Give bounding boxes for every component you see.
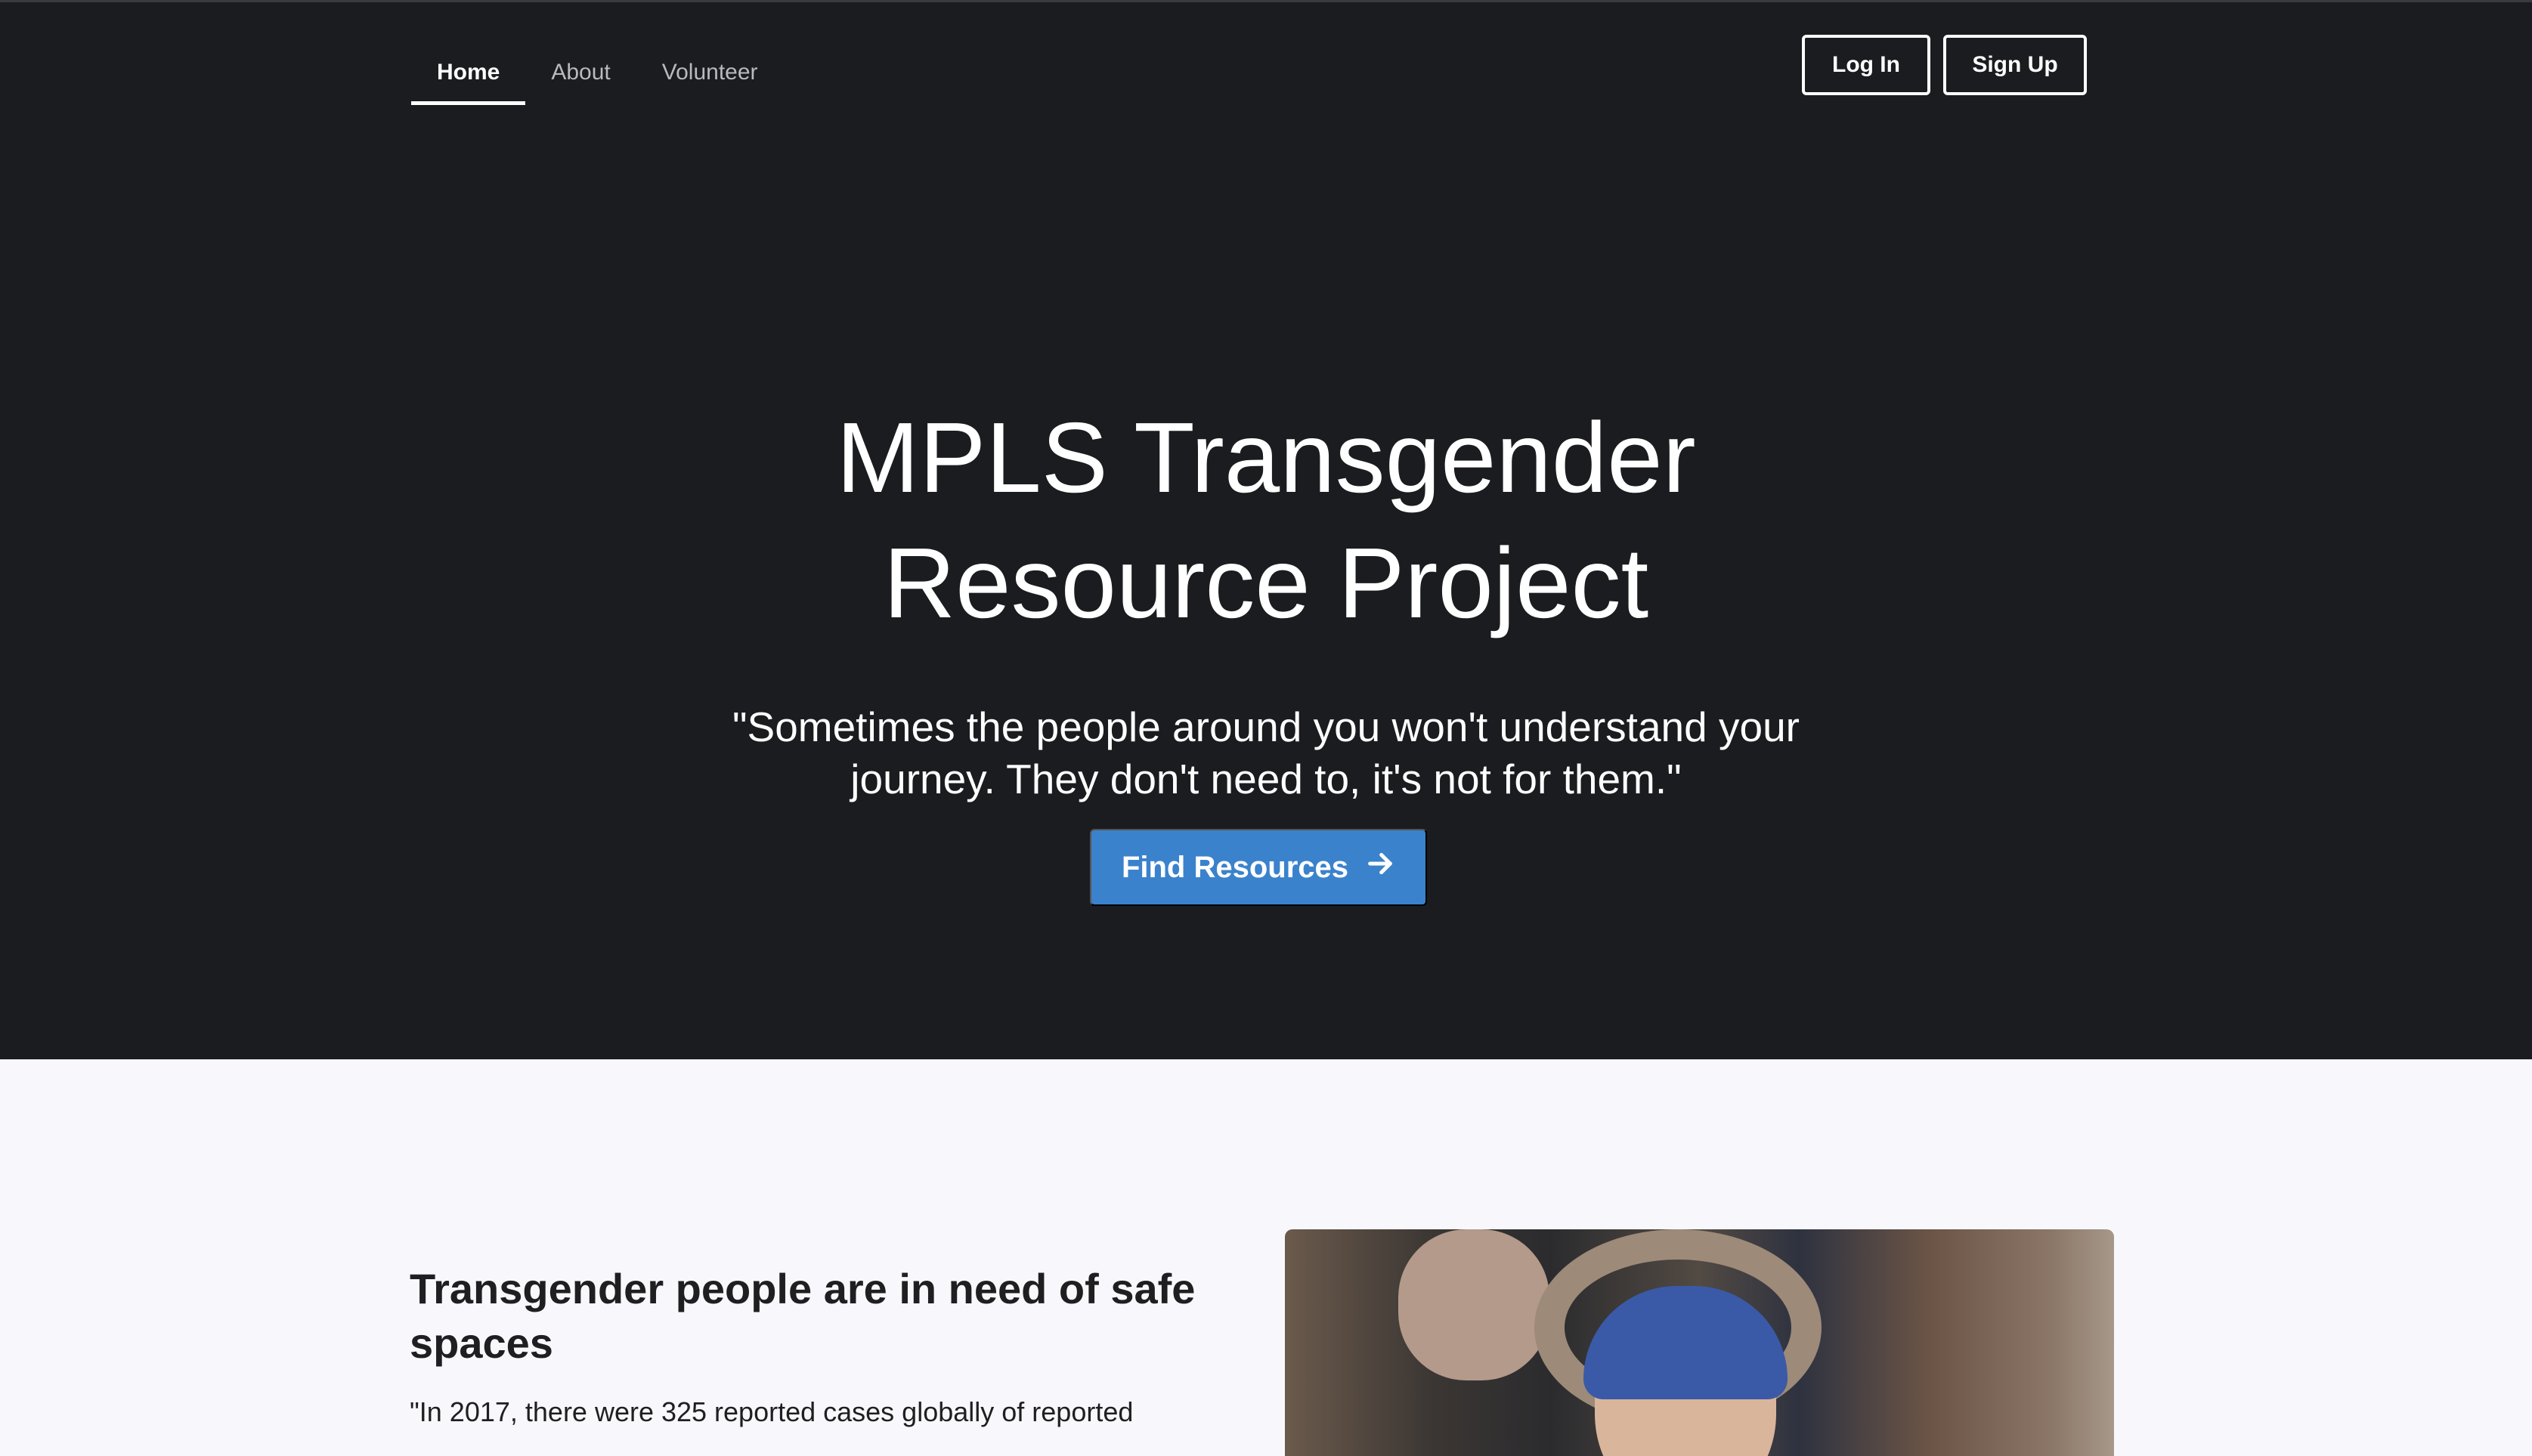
section-heading-line-2: spaces bbox=[410, 1319, 553, 1367]
nav-item-volunteer[interactable]: Volunteer bbox=[636, 46, 784, 105]
hero-section: Home About Volunteer Log In Sign Up MPLS… bbox=[0, 0, 2532, 1059]
title-line-1: MPLS Transgender bbox=[836, 402, 1696, 513]
auth-buttons: Log In Sign Up bbox=[1802, 35, 2087, 95]
main-nav: Home About Volunteer bbox=[411, 46, 784, 105]
find-resources-label: Find Resources bbox=[1121, 850, 1349, 884]
nav-item-home[interactable]: Home bbox=[411, 46, 526, 105]
crowd-photo bbox=[1285, 1229, 2114, 1456]
find-resources-button[interactable]: Find Resources bbox=[1090, 829, 1427, 906]
signup-button[interactable]: Sign Up bbox=[1943, 35, 2087, 95]
section-heading-line-1: Transgender people are in need of safe bbox=[410, 1265, 1196, 1312]
quote-line-1: "Sometimes the people around you won't u… bbox=[732, 703, 1800, 750]
page-title: MPLS Transgender Resource Project bbox=[0, 395, 2532, 646]
nav-item-about[interactable]: About bbox=[525, 46, 636, 105]
quote-line-2: journey. They don't need to, it's not fo… bbox=[850, 756, 1682, 802]
photo-person-left bbox=[1398, 1229, 1549, 1380]
section-text: "In 2017, there were 325 reported cases … bbox=[410, 1396, 1134, 1427]
title-line-2: Resource Project bbox=[883, 527, 1649, 638]
section-heading: Transgender people are in need of safe s… bbox=[410, 1262, 1203, 1371]
login-button[interactable]: Log In bbox=[1802, 35, 1930, 95]
arrow-right-icon bbox=[1365, 849, 1395, 886]
hero-quote: "Sometimes the people around you won't u… bbox=[699, 701, 1833, 805]
